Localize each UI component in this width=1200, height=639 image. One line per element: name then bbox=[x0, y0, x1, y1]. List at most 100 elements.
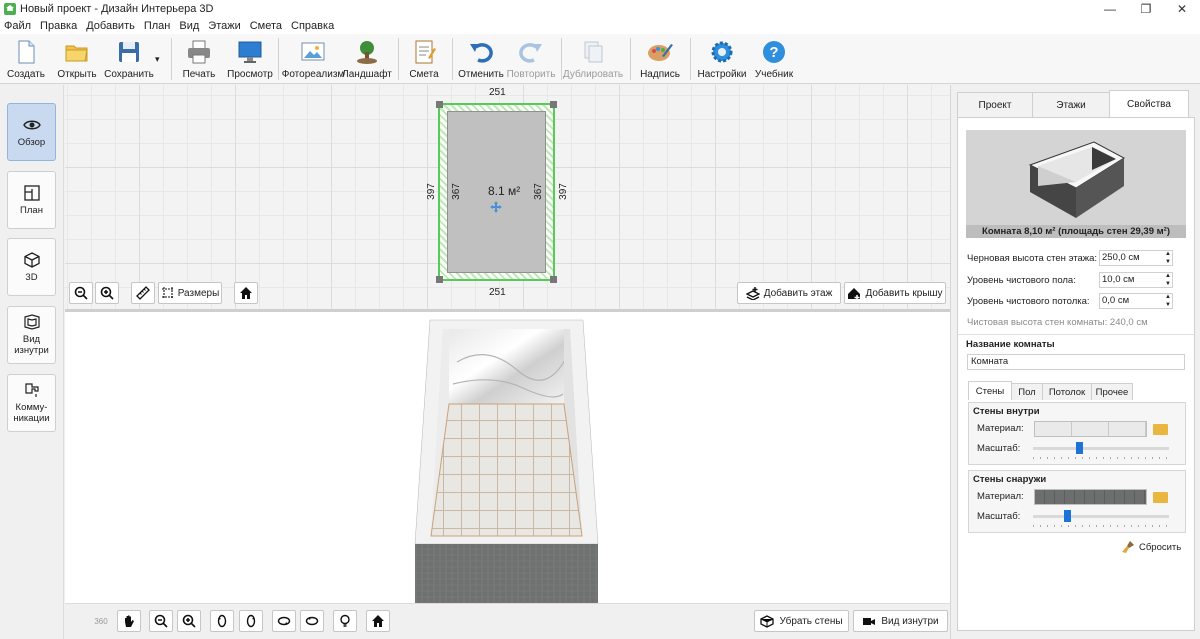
outside-scale-slider[interactable] bbox=[1033, 515, 1169, 518]
clean-height-text: Чистовая высота стен комнаты: 240,0 см bbox=[967, 316, 1148, 328]
minimize-button[interactable]: — bbox=[1092, 0, 1128, 18]
outside-material-swatch[interactable] bbox=[1034, 489, 1147, 505]
corner-handle[interactable] bbox=[436, 276, 443, 283]
subtab-walls[interactable]: Стены bbox=[968, 381, 1012, 400]
folder-icon[interactable] bbox=[1153, 492, 1168, 503]
menu-file[interactable]: Файл bbox=[4, 20, 31, 32]
ruler-button[interactable] bbox=[131, 282, 155, 304]
lighting-button[interactable] bbox=[333, 610, 357, 632]
tab-floors[interactable]: Этажи bbox=[1032, 92, 1110, 117]
corner-handle[interactable] bbox=[436, 101, 443, 108]
redo-button[interactable]: Повторить bbox=[507, 36, 555, 82]
create-button[interactable]: Создать bbox=[6, 36, 46, 82]
duplicate-button[interactable]: Дублировать bbox=[563, 36, 623, 82]
ceiling-level-row: Уровень чистового потолка: 0,0 см ▲ ▼ bbox=[967, 293, 1181, 309]
plan-2d-view[interactable]: 251 221 221 251 397 367 367 397 8.1 м² Р… bbox=[65, 85, 950, 309]
rotate-left-button[interactable] bbox=[210, 610, 234, 632]
rotate-left-icon bbox=[217, 614, 227, 628]
room-name-input[interactable]: Комната bbox=[967, 354, 1185, 370]
add-floor-button[interactable]: Добавить этаж bbox=[737, 282, 841, 304]
menu-add[interactable]: Добавить bbox=[86, 20, 135, 32]
floor-level-row: Уровень чистового пола: 10,0 см ▲ ▼ bbox=[967, 272, 1181, 288]
palette-icon bbox=[648, 44, 673, 61]
tutorial-button[interactable]: ? Учебник bbox=[752, 36, 796, 82]
help-icon: ? bbox=[763, 41, 785, 63]
inside-scale-thumb[interactable] bbox=[1076, 442, 1084, 454]
zoom-out-button[interactable] bbox=[69, 282, 93, 304]
print-button[interactable]: Печать bbox=[180, 36, 218, 82]
rotate-360-button[interactable]: 360 bbox=[89, 610, 113, 632]
reset-button[interactable]: Сбросить bbox=[1121, 540, 1181, 554]
nav-utilities[interactable]: Комму-никации bbox=[7, 374, 56, 432]
close-button[interactable]: ✕ bbox=[1164, 0, 1200, 18]
settings-button[interactable]: Настройки bbox=[697, 36, 747, 82]
maximize-button[interactable]: ❐ bbox=[1128, 0, 1164, 18]
floor-level-spinner[interactable]: ▲ ▼ bbox=[1163, 272, 1173, 288]
undo-button[interactable]: Отменить bbox=[458, 36, 504, 82]
zoom-out-3d-button[interactable] bbox=[149, 610, 173, 632]
home-3d-button[interactable] bbox=[366, 610, 390, 632]
view-3d[interactable] bbox=[65, 312, 950, 603]
menu-floors[interactable]: Этажи bbox=[208, 20, 240, 32]
zoom-in-button[interactable] bbox=[95, 282, 119, 304]
rotate-right-button[interactable] bbox=[239, 610, 263, 632]
home-view-button[interactable] bbox=[234, 282, 258, 304]
zoom-out-icon bbox=[74, 286, 88, 300]
inside-material-swatch[interactable] bbox=[1034, 421, 1147, 437]
nav-inside-view[interactable]: Вид изнутри bbox=[7, 306, 56, 364]
inside-scale-slider[interactable] bbox=[1033, 447, 1169, 450]
nav-plan[interactable]: План bbox=[7, 171, 56, 229]
floor-level-input[interactable]: 10,0 см bbox=[1099, 272, 1173, 288]
corner-handle[interactable] bbox=[550, 101, 557, 108]
notepad-icon bbox=[415, 40, 436, 64]
zoom-in-3d-button[interactable] bbox=[177, 610, 201, 632]
add-roof-icon bbox=[848, 288, 861, 300]
rough-height-spinner[interactable]: ▲ ▼ bbox=[1163, 250, 1173, 266]
corner-handle[interactable] bbox=[550, 276, 557, 283]
tilt-up-button[interactable] bbox=[272, 610, 296, 632]
move-icon[interactable] bbox=[490, 201, 502, 213]
tilt-down-button[interactable] bbox=[300, 610, 324, 632]
dimensions-button[interactable]: Размеры bbox=[158, 282, 222, 304]
rough-height-input[interactable]: 250,0 см bbox=[1099, 250, 1173, 266]
rotate-right-icon bbox=[246, 614, 256, 628]
photorealism-button[interactable]: Фотореализм bbox=[282, 36, 344, 82]
room-preview-image bbox=[1028, 141, 1125, 218]
pan-button[interactable] bbox=[117, 610, 141, 632]
menu-estimate[interactable]: Смета bbox=[250, 20, 282, 32]
folder-icon[interactable] bbox=[1153, 424, 1168, 435]
menu-plan[interactable]: План bbox=[144, 20, 171, 32]
estimate-button[interactable]: Смета bbox=[406, 36, 442, 82]
preview-button[interactable]: Просмотр bbox=[227, 36, 273, 82]
tab-project[interactable]: Проект bbox=[957, 92, 1033, 117]
remove-walls-button[interactable]: Убрать стены bbox=[754, 610, 849, 632]
material-subtabs: Стены Пол Потолок Прочее bbox=[968, 381, 1133, 400]
label-button[interactable]: Надпись bbox=[638, 36, 682, 82]
nav-3d[interactable]: 3D bbox=[7, 238, 56, 296]
svg-text:?: ? bbox=[769, 44, 778, 61]
save-button[interactable]: Сохранить bbox=[104, 36, 154, 82]
add-roof-button[interactable]: Добавить крышу bbox=[844, 282, 946, 304]
main-toolbar: Создать Открыть Сохранить ▾ Печать Просм… bbox=[0, 34, 1200, 84]
zoom-out-icon bbox=[154, 614, 168, 628]
ceiling-level-spinner[interactable]: ▲ ▼ bbox=[1163, 293, 1173, 309]
subtab-ceiling[interactable]: Потолок bbox=[1042, 383, 1092, 400]
open-button[interactable]: Открыть bbox=[56, 36, 98, 82]
outside-scale-thumb[interactable] bbox=[1064, 510, 1071, 522]
landscape-button[interactable]: Ландшафт bbox=[342, 36, 392, 82]
save-dropdown-arrow[interactable]: ▾ bbox=[155, 54, 160, 65]
rotate-360-icon: 360 bbox=[94, 616, 108, 626]
subtab-other[interactable]: Прочее bbox=[1091, 383, 1133, 400]
hand-icon bbox=[125, 615, 134, 627]
tab-properties[interactable]: Свойства bbox=[1109, 90, 1189, 117]
ceiling-level-input[interactable]: 0,0 см bbox=[1099, 293, 1173, 309]
left-nav-panel: Обзор План 3D Вид изнутри Комму-никации bbox=[0, 85, 64, 639]
menu-view[interactable]: Вид bbox=[179, 20, 199, 32]
subtab-floor[interactable]: Пол bbox=[1011, 383, 1043, 400]
menu-edit[interactable]: Правка bbox=[40, 20, 77, 32]
menu-help[interactable]: Справка bbox=[291, 20, 334, 32]
nav-overview[interactable]: Обзор bbox=[7, 103, 56, 161]
walls-inside-title: Стены внутри bbox=[973, 406, 1040, 417]
tilt-down-icon bbox=[305, 616, 319, 626]
inside-view-button[interactable]: Вид изнутри bbox=[853, 610, 948, 632]
